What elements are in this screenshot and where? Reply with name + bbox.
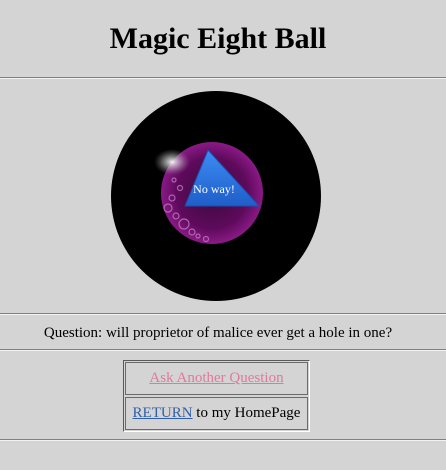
return-cell: RETURN to my HomePage	[125, 397, 308, 430]
divider-question	[0, 349, 446, 351]
question-text: Question: will proprietor of malice ever…	[43, 325, 393, 341]
ball-shine	[154, 149, 190, 175]
page-title: Magic Eight Ball	[109, 22, 327, 55]
eight-ball-graphic: No way!	[111, 91, 321, 301]
magic-eight-ball: No way!	[110, 90, 324, 304]
page: Magic Eight Ball No way! Question: will …	[0, 0, 446, 470]
return-suffix-text: to my HomePage	[192, 405, 301, 421]
divider-middle	[0, 313, 446, 315]
divider-bottom	[0, 439, 446, 441]
ask-another-cell: Ask Another Question	[125, 362, 308, 395]
return-link[interactable]: RETURN	[133, 405, 193, 421]
divider-top	[0, 77, 446, 79]
actions-table: Ask Another Question RETURN to my HomePa…	[123, 360, 310, 432]
answer-text: No way!	[193, 182, 235, 196]
ask-another-question-link[interactable]: Ask Another Question	[149, 370, 283, 386]
